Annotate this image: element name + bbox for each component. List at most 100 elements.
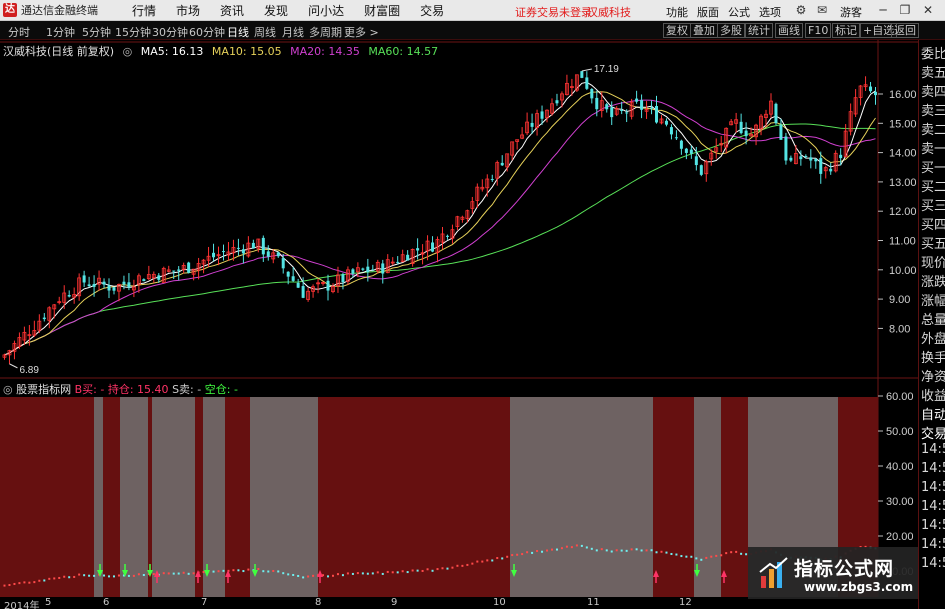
signal-dot: [446, 567, 449, 570]
menu-gongshi[interactable]: 公式: [728, 4, 750, 20]
candle-body: [261, 237, 265, 255]
quote-field-label: 自动: [921, 408, 945, 423]
signal-dot: [132, 574, 135, 577]
candle-body: [127, 282, 131, 288]
period-more[interactable]: 更多 >: [344, 24, 379, 40]
empty-zone: [694, 397, 721, 597]
menu-jiaoyi[interactable]: 交易: [420, 2, 444, 19]
signal-dot: [232, 569, 235, 572]
period-5min[interactable]: 5分钟: [82, 24, 111, 40]
signal-dot: [18, 582, 21, 585]
quote-info-column: 委比 卖五 卖四 卖三 卖二 卖一 买一 买二 买三 买四 买五 现价 涨跌 涨幅 总量 外盘 换手 净资 收益 自动…: [918, 40, 945, 609]
signal-dot: [466, 563, 469, 566]
menu-banmian[interactable]: 版面: [697, 4, 719, 20]
indicator-name[interactable]: 股票指标网: [16, 383, 71, 396]
empty-zone: [94, 397, 103, 597]
menu-wenxiaoda[interactable]: 问小达: [308, 2, 344, 19]
tool-fuquan-button[interactable]: 复权: [663, 23, 691, 38]
candle-body: [585, 77, 589, 89]
tool-fanhui-button[interactable]: 返回: [891, 23, 919, 38]
price-tick-label: 8.00: [889, 323, 910, 335]
candle-body: [236, 247, 240, 249]
period-1min[interactable]: 1分钟: [46, 24, 75, 40]
menu-shichang[interactable]: 市场: [176, 2, 200, 19]
signal-dot: [595, 549, 598, 552]
watermark-logo-icon: [759, 557, 788, 588]
close-icon[interactable]: ✕: [920, 2, 936, 18]
signal-dot: [331, 574, 334, 577]
candle-body: [351, 269, 355, 274]
stock-chart-label[interactable]: 汉威科技(日线 前复权): [3, 45, 114, 58]
candle-body: [874, 91, 878, 96]
tool-biaoji-button[interactable]: 标记: [832, 23, 860, 38]
watermark-title: 指标公式网: [794, 558, 895, 580]
indicator-settings-icon[interactable]: ◎: [3, 383, 13, 396]
period-weekly[interactable]: 周线: [254, 24, 276, 40]
menu-caifuquan[interactable]: 财富圈: [364, 2, 400, 19]
tool-huaxian-button[interactable]: 画线: [775, 23, 803, 38]
kline-chart[interactable]: 60.00 50.00 40.00 30.00 20.00 10.00 16.00 15.0…: [0, 40, 918, 597]
menu-xuanxiang[interactable]: 选项: [759, 4, 781, 20]
signal-dot: [555, 548, 558, 551]
signal-dot: [401, 570, 404, 573]
signal-dot: [640, 549, 643, 552]
candle-body: [431, 242, 435, 252]
signal-dot: [531, 551, 534, 554]
candle-body: [157, 275, 161, 280]
signal-dot: [416, 569, 419, 572]
signal-dot: [655, 551, 658, 554]
signal-dot: [406, 571, 409, 574]
period-fenshi[interactable]: 分时: [8, 24, 30, 40]
tool-tongji-button[interactable]: 统计: [745, 23, 773, 38]
signal-dot: [108, 575, 111, 578]
period-daily[interactable]: 日线: [227, 24, 249, 40]
menu-hangqing[interactable]: 行情: [132, 2, 156, 19]
user-label[interactable]: 游客: [840, 4, 862, 20]
signal-dot: [237, 569, 240, 572]
date-tick: 12: [679, 597, 692, 608]
signal-dot: [23, 581, 26, 584]
period-15min[interactable]: 15分钟: [115, 24, 151, 40]
legend-buy-value: -: [100, 383, 105, 396]
candle-body: [774, 103, 778, 124]
quote-field-label: 14:50: [921, 442, 945, 457]
app-name: 通达信金融终端: [21, 4, 98, 17]
login-status[interactable]: 证券交易未登录: [515, 4, 592, 20]
mail-icon[interactable]: ✉: [814, 2, 830, 18]
signal-dot: [312, 574, 315, 577]
hold-zone: [103, 397, 120, 597]
signal-dot: [267, 570, 270, 573]
signal-dot: [346, 572, 349, 575]
period-monthly[interactable]: 月线: [282, 24, 304, 40]
period-60min[interactable]: 60分钟: [189, 24, 225, 40]
menu-gongneng[interactable]: 功能: [666, 4, 688, 20]
quote-field-label: 卖四: [921, 85, 945, 100]
watermark-url[interactable]: www.zbgs3.com: [804, 580, 913, 594]
signal-dot: [431, 569, 434, 572]
tool-diejia-button[interactable]: 叠加: [690, 23, 718, 38]
tool-f10-button[interactable]: F10: [805, 23, 832, 38]
quote-field-label: 净资: [921, 370, 945, 385]
period-30min[interactable]: 30分钟: [152, 24, 188, 40]
restore-icon[interactable]: ❐: [897, 2, 913, 18]
signal-dot: [685, 555, 688, 558]
settings-gear-icon[interactable]: ⚙: [793, 2, 809, 18]
candle-body: [396, 261, 400, 263]
ma-legend: 汉威科技(日线 前复权) ◎ MA5: 16.13 MA10: 15.05 MA…: [3, 43, 443, 59]
ma-settings-icon[interactable]: ◎: [123, 45, 133, 58]
empty-zone: [120, 397, 148, 597]
signal-dot: [745, 553, 748, 556]
minimize-icon[interactable]: ─: [875, 2, 891, 18]
signal-dot: [33, 581, 36, 584]
signal-dot: [38, 579, 41, 582]
tool-duogu-button[interactable]: 多股: [717, 23, 745, 38]
menu-zixun[interactable]: 资讯: [220, 2, 244, 19]
quote-field-label: 买二: [921, 180, 945, 195]
signal-dot: [78, 573, 81, 576]
period-multi[interactable]: 多周期: [309, 24, 342, 40]
quote-field-label: 交易: [921, 427, 945, 442]
candle-body: [366, 266, 370, 273]
candle-body: [187, 262, 191, 273]
candle-body: [620, 109, 624, 111]
menu-faxian[interactable]: 发现: [264, 2, 288, 19]
